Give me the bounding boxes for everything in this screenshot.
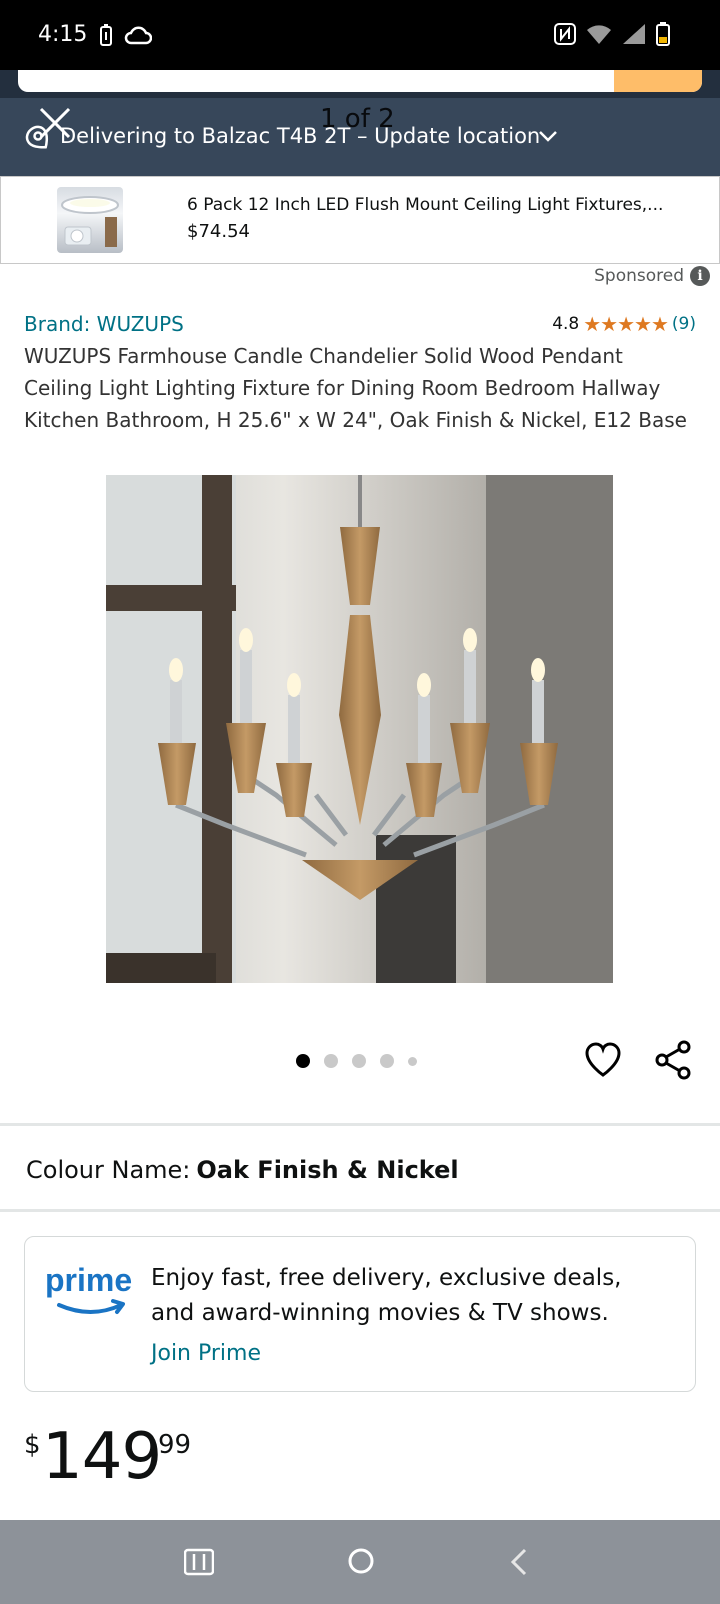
rating[interactable]: 4.8 ★★★★★ (9) bbox=[552, 312, 696, 336]
wifi-icon bbox=[587, 25, 611, 44]
image-counter: 1 of 2 bbox=[320, 104, 395, 134]
prime-logo-text: prime bbox=[45, 1262, 132, 1298]
divider bbox=[0, 1209, 720, 1212]
colour-name-row: Colour Name: Oak Finish & Nickel bbox=[26, 1156, 459, 1184]
search-input[interactable] bbox=[18, 70, 702, 92]
price-symbol: $ bbox=[24, 1430, 41, 1460]
recent-apps-icon[interactable] bbox=[184, 1548, 214, 1576]
battery-saver-icon bbox=[100, 24, 112, 46]
carousel-dots[interactable] bbox=[296, 1054, 417, 1068]
search-button[interactable] bbox=[614, 70, 702, 92]
carousel-dot[interactable] bbox=[352, 1054, 366, 1068]
brand-link[interactable]: Brand: WUZUPS bbox=[24, 312, 184, 336]
location-text[interactable]: Delivering to Balzac T4B 2T – Update loc… bbox=[60, 124, 540, 148]
close-icon[interactable] bbox=[38, 106, 72, 140]
ad-title[interactable]: 6 Pack 12 Inch LED Flush Mount Ceiling L… bbox=[187, 195, 663, 215]
price-fraction: 99 bbox=[158, 1430, 192, 1460]
home-icon[interactable] bbox=[346, 1546, 376, 1576]
rating-value: 4.8 bbox=[552, 314, 580, 334]
ad-thumbnail[interactable] bbox=[57, 187, 123, 253]
location-bar[interactable]: Delivering to Balzac T4B 2T – Update loc… bbox=[0, 98, 720, 176]
carousel-dot[interactable] bbox=[296, 1054, 310, 1068]
back-icon[interactable] bbox=[508, 1548, 530, 1576]
prime-logo-icon: prime bbox=[45, 1262, 132, 1314]
status-time: 4:15 bbox=[38, 22, 88, 47]
product-title: WUZUPS Farmhouse Candle Chandelier Solid… bbox=[24, 344, 687, 432]
join-prime-link[interactable]: Join Prime bbox=[151, 1341, 261, 1366]
colour-label: Colour Name: bbox=[26, 1156, 191, 1184]
navigation-bar bbox=[0, 1520, 720, 1604]
carousel-dot[interactable] bbox=[380, 1054, 394, 1068]
info-icon[interactable]: i bbox=[690, 266, 710, 286]
status-bar: 4:15 bbox=[0, 0, 720, 70]
sponsored-ad[interactable]: 6 Pack 12 Inch LED Flush Mount Ceiling L… bbox=[0, 176, 720, 264]
chandelier-image bbox=[106, 475, 613, 983]
share-icon[interactable] bbox=[654, 1040, 692, 1080]
price-whole: 149 bbox=[42, 1420, 162, 1494]
ad-price: $74.54 bbox=[187, 221, 250, 242]
sponsored-text: Sponsored bbox=[594, 266, 684, 286]
prime-card[interactable]: prime Enjoy fast, free delivery, exclusi… bbox=[24, 1236, 696, 1392]
status-right-icons bbox=[554, 22, 670, 46]
carousel-dot[interactable] bbox=[408, 1056, 417, 1066]
signal-icon bbox=[623, 24, 645, 44]
carousel-dot[interactable] bbox=[324, 1054, 338, 1068]
product-image[interactable] bbox=[106, 475, 613, 983]
review-count[interactable]: (9) bbox=[672, 314, 696, 334]
chevron-down-icon bbox=[539, 131, 557, 142]
cloud-icon bbox=[124, 26, 152, 45]
nfc-icon bbox=[554, 23, 576, 45]
star-rating-icon: ★★★★★ bbox=[583, 312, 669, 336]
colour-value: Oak Finish & Nickel bbox=[196, 1156, 459, 1184]
battery-icon bbox=[656, 22, 670, 46]
search-strip bbox=[0, 70, 720, 98]
divider bbox=[0, 1123, 720, 1126]
heart-icon[interactable] bbox=[584, 1042, 622, 1078]
ceiling-light-icon bbox=[61, 196, 119, 247]
prime-message: Enjoy fast, free delivery, exclusive dea… bbox=[151, 1265, 622, 1326]
status-left-icons bbox=[100, 24, 152, 46]
sponsored-label[interactable]: Sponsored i bbox=[594, 266, 710, 286]
